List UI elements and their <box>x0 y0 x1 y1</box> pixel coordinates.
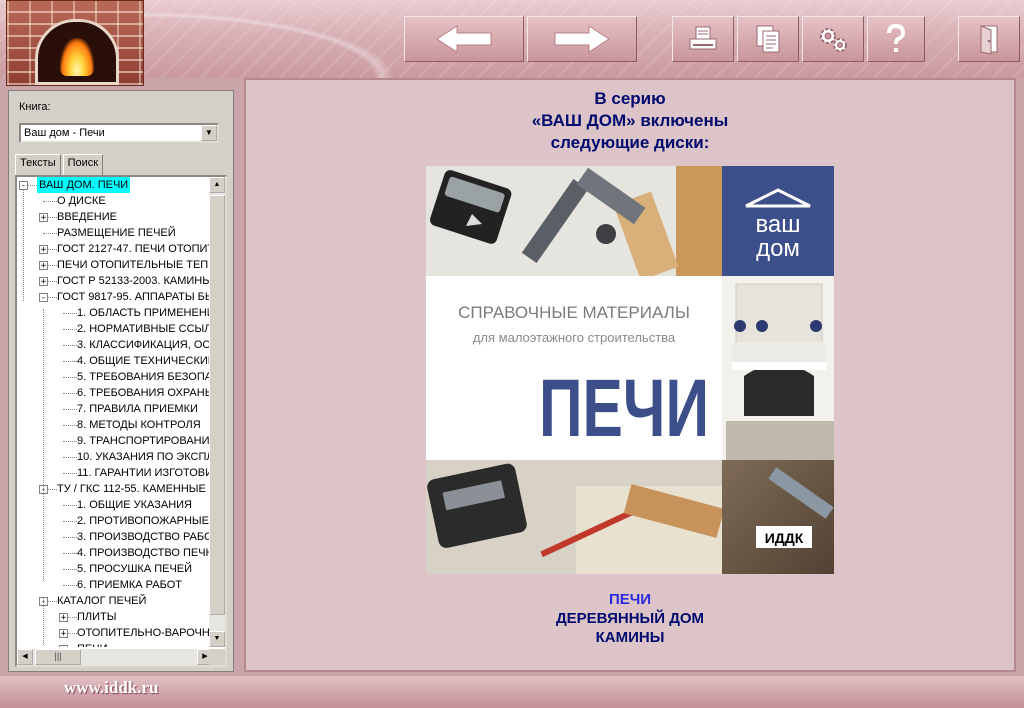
settings-button[interactable] <box>802 16 864 62</box>
scroll-down-button[interactable]: ▼ <box>209 631 225 647</box>
tree-item[interactable]: РАЗМЕЩЕНИЕ ПЕЧЕЙ <box>57 225 176 241</box>
tree-item[interactable]: 6. ТРЕБОВАНИЯ ОХРАНЬ <box>77 385 212 401</box>
tree-item[interactable]: 2. НОРМАТИВНЫЕ ССЫЛ <box>77 321 211 337</box>
tree-item[interactable]: 4. ОБЩИЕ ТЕХНИЧЕСКИЕ <box>77 353 213 369</box>
tree-item[interactable]: 11. ГАРАНТИИ ИЗГОТОВИ <box>77 465 213 481</box>
horizontal-scrollbar[interactable]: ◀ ||| ▶ <box>17 649 213 665</box>
book-label: Книга: <box>19 101 51 113</box>
cover-series-logo-line1: ваш <box>755 211 800 238</box>
tree-item[interactable]: ПЕЧИ <box>77 641 107 647</box>
tree-item[interactable]: 7. ПРАВИЛА ПРИЕМКИ <box>77 401 198 417</box>
collapse-icon[interactable]: - <box>39 293 48 303</box>
vertical-scroll-thumb[interactable] <box>209 195 225 615</box>
main-content: В серию «ВАШ ДОМ» включены следующие дис… <box>244 78 1016 672</box>
book-select[interactable]: Ваш дом - Печи ▼ <box>19 123 219 143</box>
tree-item[interactable]: ГОСТ Р 52133-2003. КАМИНЫ <box>57 273 212 289</box>
expand-icon[interactable]: + <box>59 613 68 623</box>
cover-subtitle-line2: для малоэтажного строительства <box>473 330 676 345</box>
expand-icon[interactable]: + <box>39 245 48 255</box>
disc-link-pechi[interactable]: ПЕЧИ <box>246 590 1014 609</box>
tree-item[interactable]: О ДИСКЕ <box>57 193 106 209</box>
tree-item[interactable]: 1. ОБЛАСТЬ ПРИМЕНЕНИ <box>77 305 213 321</box>
book-cover-image: ваш дом СПРАВОЧНЫЕ МАТЕРИАЛЫ для малоэта… <box>426 166 834 574</box>
tree-item[interactable]: 4. ПРОИЗВОДСТВО ПЕЧН <box>77 545 213 561</box>
tree-item[interactable]: ВВЕДЕНИЕ <box>57 209 117 225</box>
vertical-scrollbar[interactable]: ▲ ▼ <box>209 177 225 647</box>
tab-texts[interactable]: Тексты <box>15 154 61 177</box>
website-link[interactable]: www.iddk.ru <box>64 678 158 698</box>
disc-link-fireplaces[interactable]: КАМИНЫ <box>246 628 1014 647</box>
cover-title: ПЕЧИ <box>539 363 709 454</box>
expand-icon[interactable]: + <box>39 261 48 271</box>
tree-item[interactable]: 5. ТРЕБОВАНИЯ БЕЗОПА <box>77 369 212 385</box>
cover-series-logo-line2: дом <box>756 235 800 262</box>
arrow-right-icon <box>554 25 610 53</box>
tree-item[interactable]: 6. ПРИЕМКА РАБОТ <box>77 577 182 593</box>
disc-list: ПЕЧИ ДЕРЕВЯННЫЙ ДОМ КАМИНЫ <box>246 590 1014 647</box>
tree-item[interactable]: 3. КЛАССИФИКАЦИЯ, ОС <box>77 337 210 353</box>
tree-item[interactable]: ОТОПИТЕЛЬНО-ВАРОЧН <box>77 625 210 641</box>
expand-icon[interactable]: + <box>59 629 68 639</box>
tree-item[interactable]: 3. ПРОИЗВОДСТВО РАБС <box>77 529 212 545</box>
fireplace-logo <box>6 0 144 86</box>
scroll-left-button[interactable]: ◀ <box>17 649 33 665</box>
tree-item[interactable]: ТУ / ГКС 112-55. КАМЕННЫЕ <box>57 481 206 497</box>
exit-button[interactable] <box>958 16 1020 62</box>
gears-icon <box>820 28 847 52</box>
tree-item[interactable]: ГОСТ 2127-47. ПЕЧИ ОТОПИТ <box>57 241 213 257</box>
horizontal-scroll-thumb[interactable]: ||| <box>35 649 81 665</box>
tree-item[interactable]: ПЛИТЫ <box>77 609 117 625</box>
fire-icon <box>60 38 94 76</box>
print-button[interactable] <box>672 16 734 62</box>
copy-button[interactable] <box>737 16 799 62</box>
question-icon <box>887 23 906 52</box>
cover-publisher: ИДДК <box>765 530 804 546</box>
disc-link-wooden-house[interactable]: ДЕРЕВЯННЫЙ ДОМ <box>246 609 1014 628</box>
expand-icon[interactable]: + <box>59 645 68 647</box>
tree-item[interactable]: КАТАЛОГ ПЕЧЕЙ <box>57 593 146 609</box>
tree-item[interactable]: 1. ОБЩИЕ УКАЗАНИЯ <box>77 497 192 513</box>
printer-icon <box>689 26 717 50</box>
cover-subtitle-line1: СПРАВОЧНЫЕ МАТЕРИАЛЫ <box>458 303 690 322</box>
forward-button[interactable] <box>527 16 637 62</box>
tree-item[interactable]: 5. ПРОСУШКА ПЕЧЕЙ <box>77 561 192 577</box>
tree-item[interactable]: 8. МЕТОДЫ КОНТРОЛЯ <box>77 417 201 433</box>
top-toolbar <box>0 0 1024 86</box>
tree-item[interactable]: 2. ПРОТИВОПОЖАРНЫЕ <box>77 513 209 529</box>
tab-search[interactable]: Поиск <box>62 154 104 175</box>
copy-icon <box>756 25 780 53</box>
tree-view: - ВАШ ДОМ. ПЕЧИ О ДИСКЕ + ВВЕДЕНИЕ РАЗМЕЩЕНИЕ… <box>17 177 213 647</box>
expand-icon[interactable]: + <box>39 277 48 287</box>
back-button[interactable] <box>404 16 524 62</box>
book-select-value: Ваш дом - Печи <box>24 127 105 139</box>
chevron-down-icon[interactable]: ▼ <box>201 125 217 141</box>
tree-item[interactable]: 9. ТРАНСПОРТИРОВАНИ <box>77 433 210 449</box>
arrow-left-icon <box>436 25 492 53</box>
navigation-panel: Книга: Ваш дом - Печи ▼ Тексты Поиск - ВА… <box>8 90 234 672</box>
tree-item[interactable]: ВАШ ДОМ. ПЕЧИ <box>37 177 131 193</box>
expand-icon[interactable]: + <box>39 213 48 223</box>
decorative-swoosh <box>140 0 440 78</box>
tree-item[interactable]: ПЕЧИ ОТОПИТЕЛЬНЫЕ ТЕП <box>57 257 208 273</box>
tree-item[interactable]: 10. УКАЗАНИЯ ПО ЭКСПЛ <box>77 449 213 465</box>
contents-tree: - ВАШ ДОМ. ПЕЧИ О ДИСКЕ + ВВЕДЕНИЕ РАЗМЕЩЕНИЕ… <box>15 175 227 667</box>
door-exit-icon <box>980 25 998 55</box>
scroll-up-button[interactable]: ▲ <box>209 177 225 193</box>
help-button[interactable] <box>867 16 925 62</box>
tree-item[interactable]: ГОСТ 9817-95. АППАРАТЫ БЫ <box>57 289 213 305</box>
panel-tabs: Тексты Поиск <box>15 154 105 177</box>
page-heading: В серию «ВАШ ДОМ» включены следующие дис… <box>531 89 729 152</box>
